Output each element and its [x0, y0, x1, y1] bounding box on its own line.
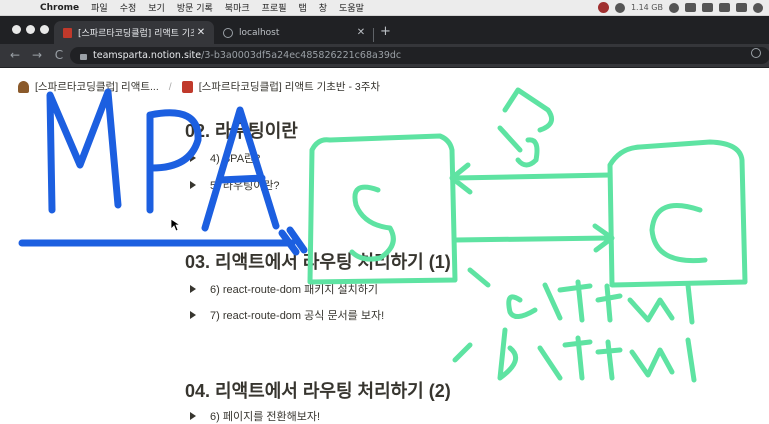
- tab-title: [스파르타코딩클럽] 리액트 기초반 -: [78, 29, 194, 39]
- back-button[interactable]: ←: [8, 47, 22, 63]
- toggle-triangle-icon[interactable]: [190, 181, 196, 189]
- letter-m-stroke: [46, 88, 122, 214]
- toggle-label: 6) react-route-dom 패키지 설치하기: [210, 284, 379, 296]
- new-tab-button[interactable]: +: [380, 25, 391, 39]
- b-html-stroke: [452, 327, 697, 383]
- address-path: /3-b3a0003df5a24ec485826221c68a39dc: [201, 50, 402, 61]
- globe-icon: [223, 27, 233, 38]
- edit-icon[interactable]: [736, 3, 747, 12]
- mac-menu-bar: Chrome 파일 수정 보기 방문 기록 북마크 프로필 탭 창 도움말 1.…: [0, 0, 769, 16]
- cloud-icon[interactable]: [702, 3, 713, 12]
- tab-localhost[interactable]: localhost ✕: [214, 21, 374, 44]
- browser-toolbar: ← → C teamsparta.notion.site /3-b3a0003d…: [0, 44, 769, 68]
- book-icon: [63, 27, 72, 38]
- client-server-diagram: [307, 87, 748, 383]
- tab-divider: [373, 28, 374, 42]
- menu-help[interactable]: 도움말: [339, 1, 364, 14]
- tab-close-icon[interactable]: ✕: [194, 27, 208, 38]
- response-arrow-stroke: [452, 223, 615, 253]
- menu-file[interactable]: 파일: [91, 1, 108, 14]
- toggle-triangle-icon[interactable]: [190, 412, 196, 420]
- toggle-item[interactable]: 4) SPA란?: [190, 150, 260, 166]
- book-icon: [181, 80, 193, 93]
- menu-history[interactable]: 방문 기록: [177, 1, 213, 14]
- menu-tab[interactable]: 탭: [298, 1, 306, 14]
- toggle-item[interactable]: 7) react-route-dom 공식 문서를 보자!: [190, 307, 384, 323]
- breadcrumb-separator: /: [168, 80, 172, 93]
- breadcrumb-item-parent[interactable]: [스파르타코딩클럽] 리액트...: [35, 79, 159, 94]
- toggle-label: 5) 라우팅이란?: [210, 180, 280, 192]
- mpa-handwriting: [18, 88, 308, 256]
- toggle-triangle-icon[interactable]: [190, 154, 196, 162]
- breadcrumb-item-current[interactable]: [스파르타코딩클럽] 리액트 기초반 - 3주차: [199, 79, 380, 94]
- browser-tab-strip: [스파르타코딩클럽] 리액트 기초반 - ✕ localhost ✕ +: [0, 16, 769, 44]
- wifi-icon[interactable]: [753, 2, 763, 13]
- reload-button[interactable]: C: [52, 47, 66, 63]
- toggle-label: 6) 페이지를 전환해보자!: [210, 411, 321, 423]
- window-close-icon[interactable]: [12, 25, 21, 34]
- menu-profiles[interactable]: 프로필: [262, 1, 287, 14]
- tab-close-icon[interactable]: ✕: [354, 27, 368, 38]
- toggle-triangle-icon[interactable]: [190, 285, 196, 293]
- toggle-item[interactable]: 6) react-route-dom 패키지 설치하기: [190, 281, 378, 297]
- label-b-stroke: [497, 125, 540, 168]
- breadcrumb: [스파르타코딩클럽] 리액트... / [스파르타코딩클럽] 리액트 기초반 -…: [0, 68, 769, 105]
- address-host: teamsparta.notion.site: [93, 50, 202, 61]
- mouse-cursor-icon: [170, 218, 180, 232]
- chat-icon[interactable]: [669, 2, 679, 13]
- section-heading: 03. 리액트에서 라우팅 처리하기 (1): [185, 252, 451, 272]
- menu-edit[interactable]: 수정: [120, 1, 137, 14]
- menu-bookmarks[interactable]: 북마크: [225, 1, 250, 14]
- toggle-triangle-icon[interactable]: [190, 311, 196, 319]
- address-bar[interactable]: teamsparta.notion.site /3-b3a0003df5a24e…: [70, 47, 769, 64]
- tab-notion-page[interactable]: [스파르타코딩클럽] 리액트 기초반 - ✕: [54, 21, 214, 44]
- menu-window[interactable]: 창: [319, 1, 327, 14]
- zoom-icon[interactable]: [751, 48, 761, 58]
- person-emoji-icon: [18, 80, 29, 93]
- window-zoom-icon[interactable]: [40, 25, 49, 34]
- memory-usage: 1.14 GB: [630, 3, 663, 12]
- request-arrow-stroke: [449, 162, 613, 195]
- menu-app-name[interactable]: Chrome: [40, 3, 79, 13]
- memory-icon: [614, 2, 625, 13]
- toggle-item[interactable]: 6) 페이지를 전환해보자!: [190, 408, 320, 424]
- toggle-label: 4) SPA란?: [210, 153, 261, 165]
- toggle-item[interactable]: 5) 라우팅이란?: [190, 177, 280, 193]
- client-letter-stroke: [649, 203, 708, 264]
- window-minimize-icon[interactable]: [26, 25, 35, 34]
- forward-button[interactable]: →: [30, 47, 44, 63]
- tab-title: localhost: [239, 27, 280, 38]
- lock-icon[interactable]: [80, 53, 87, 60]
- docker-icon[interactable]: [685, 3, 696, 12]
- user-avatar-icon[interactable]: [597, 2, 609, 13]
- toggle-label: 7) react-route-dom 공식 문서를 보자!: [210, 310, 385, 322]
- section-heading: 04. 리액트에서 라우팅 처리하기 (2): [185, 381, 451, 401]
- a-html-stroke: [467, 267, 695, 325]
- section-heading: 02. 라우팅이란: [185, 121, 298, 141]
- image-icon[interactable]: [719, 3, 730, 12]
- client-box: [607, 139, 748, 288]
- menu-view[interactable]: 보기: [148, 1, 165, 14]
- status-tray: 1.14 GB: [597, 0, 763, 15]
